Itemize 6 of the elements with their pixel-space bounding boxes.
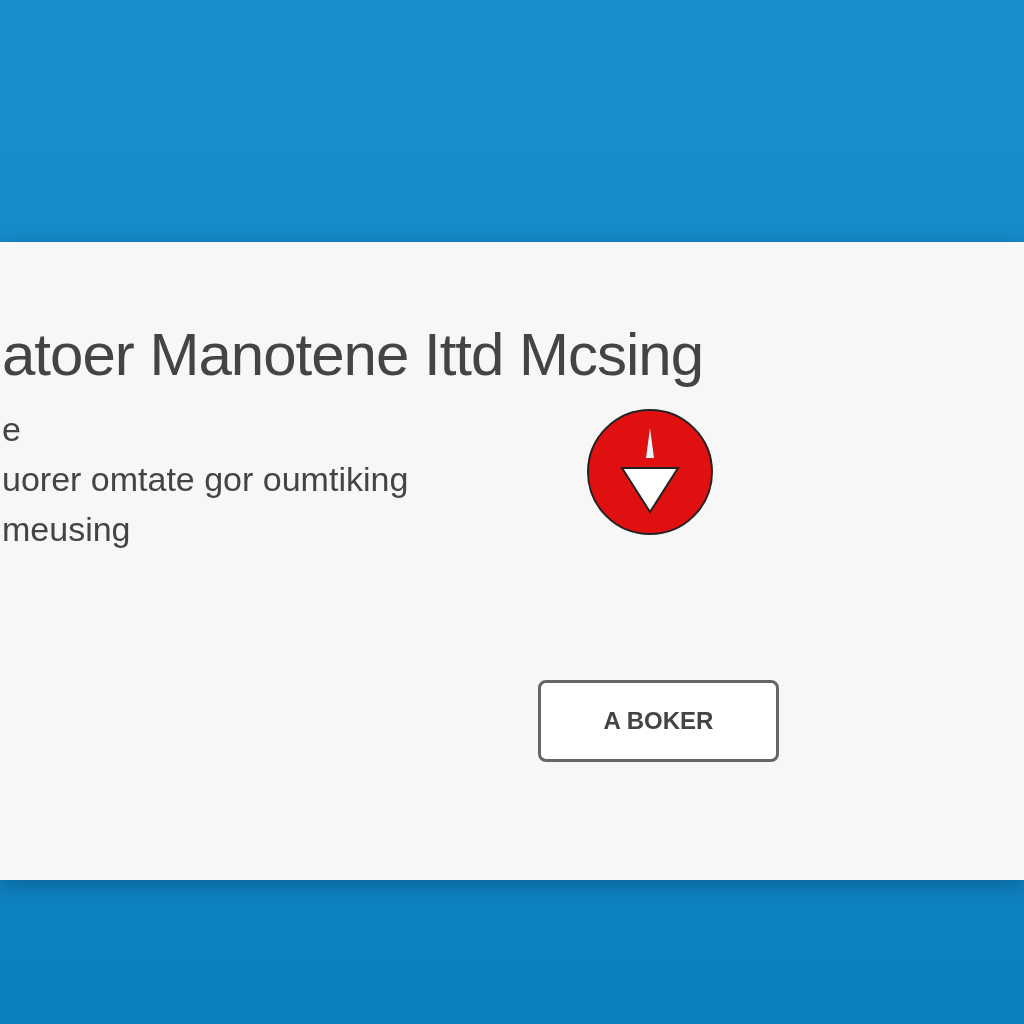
message-text: e — [2, 409, 22, 450]
message-text: meusing — [2, 509, 132, 550]
warning-icon — [586, 408, 714, 536]
dialog-button[interactable]: A BOKER — [538, 680, 779, 762]
message-text: uorer omtate gor oumtiking — [2, 459, 410, 500]
dialog-title: atoer Manotene Ittd Mcsing — [1, 320, 705, 390]
